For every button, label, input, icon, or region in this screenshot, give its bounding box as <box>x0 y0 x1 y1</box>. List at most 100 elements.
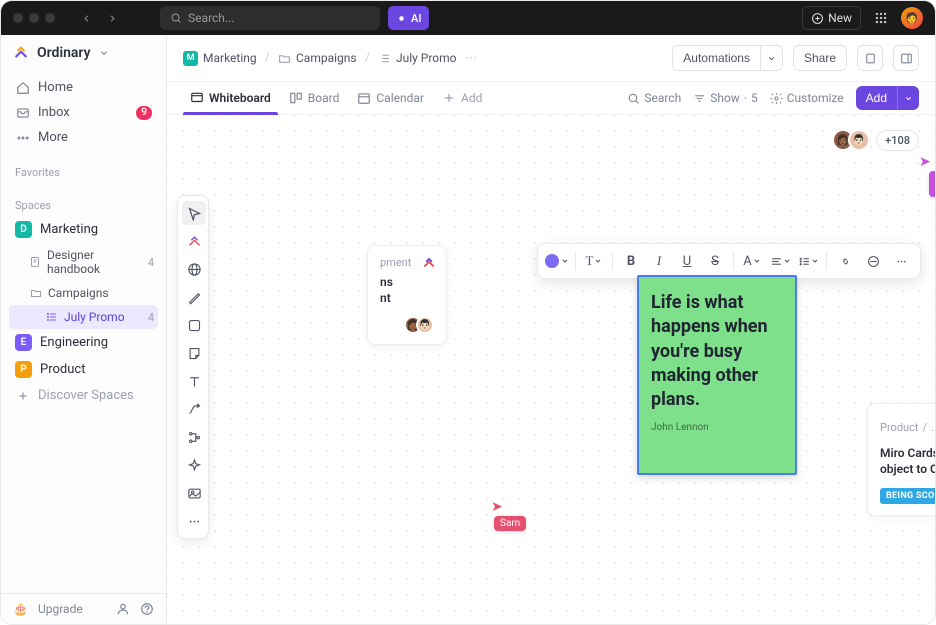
tool-org[interactable] <box>182 425 206 449</box>
tool-image[interactable] <box>182 481 206 505</box>
tool-text[interactable] <box>182 369 206 393</box>
workspace-logo-icon <box>13 45 29 61</box>
gear-icon <box>770 92 783 105</box>
strike-button[interactable]: S <box>702 248 728 274</box>
underline-button[interactable]: U <box>674 248 700 274</box>
space-product[interactable]: P Product <box>9 356 158 383</box>
list-button[interactable] <box>795 248 821 274</box>
inbox-icon <box>15 105 30 120</box>
space-letter: E <box>15 334 32 351</box>
maximize-window[interactable] <box>45 13 55 23</box>
whiteboard-canvas[interactable]: 👩🏾 👨🏻 +108 <box>167 115 935 624</box>
italic-button[interactable]: I <box>646 248 672 274</box>
sparkle-icon <box>396 13 407 24</box>
ai-button[interactable]: AI <box>388 6 429 30</box>
link-button[interactable] <box>832 248 858 274</box>
panel-icon <box>900 52 913 65</box>
sticky-text[interactable]: Life is what happens when you're busy ma… <box>651 291 783 412</box>
tool-pen[interactable] <box>182 285 206 309</box>
bold-button[interactable]: B <box>618 248 644 274</box>
view-board[interactable]: Board <box>282 82 347 114</box>
sticky-author: John Lennon <box>651 422 783 433</box>
dock-button[interactable] <box>893 45 919 71</box>
breadcrumb-more[interactable]: ⋯ <box>465 51 478 66</box>
text-color-button[interactable]: A <box>739 248 765 274</box>
breadcrumb-marketing[interactable]: M Marketing <box>183 51 257 66</box>
plus-icon <box>442 91 456 105</box>
space-engineering[interactable]: E Engineering <box>9 329 158 356</box>
status-badge[interactable]: BEING SCOPED <box>880 488 936 504</box>
search-placeholder: Search... <box>188 11 234 25</box>
space-marketing[interactable]: D Marketing <box>9 216 158 243</box>
new-button[interactable]: New <box>802 6 861 30</box>
toolbar-customize[interactable]: Customize <box>770 91 844 105</box>
presence-bar: 👩🏾 👨🏻 +108 <box>832 129 919 151</box>
task-card[interactable]: pment nsnt 👩🏾 👨🏻 <box>367 245 447 345</box>
automations-button[interactable]: Automations <box>672 45 760 71</box>
assignee-avatar[interactable]: 👨🏻 <box>416 316 434 334</box>
nav-more[interactable]: More <box>9 125 158 150</box>
global-search-input[interactable]: Search... <box>160 6 380 30</box>
apps-grid-button[interactable] <box>869 6 893 30</box>
help-icon[interactable] <box>140 602 154 616</box>
document-icon <box>29 256 41 269</box>
list-icon <box>378 52 391 65</box>
chevron-down-icon <box>99 48 109 58</box>
upgrade-link[interactable]: Upgrade <box>38 602 83 616</box>
view-calendar[interactable]: Calendar <box>350 82 431 114</box>
workspace-name: Ordinary <box>37 45 91 61</box>
toolbar-show[interactable]: Show·5 <box>693 91 758 105</box>
task-card[interactable]: Product/.../Member Development Miro Card… <box>867 403 936 516</box>
layers-button[interactable] <box>860 248 886 274</box>
tool-more[interactable] <box>182 509 206 533</box>
font-button[interactable]: T <box>581 248 607 274</box>
home-icon <box>15 80 30 95</box>
tool-connector[interactable] <box>182 397 206 421</box>
search-icon <box>170 12 182 24</box>
tree-campaigns[interactable]: Campaigns <box>9 281 158 305</box>
tree-designer-handbook[interactable]: Designer handbook 4 <box>9 243 158 281</box>
cursor-user-label: Sam <box>494 516 526 531</box>
discover-spaces[interactable]: Discover Spaces <box>9 383 158 408</box>
tool-home[interactable] <box>182 229 206 253</box>
cursor-icon: ➤ <box>491 500 503 514</box>
color-swatch <box>545 254 559 268</box>
nav-home[interactable]: Home <box>9 75 158 100</box>
add-button[interactable]: Add <box>856 86 897 110</box>
notifications-button[interactable] <box>857 45 883 71</box>
close-window[interactable] <box>13 13 23 23</box>
more-format-button[interactable] <box>888 248 914 274</box>
cursor-user-label: John Doe <box>929 171 936 197</box>
tool-web[interactable] <box>182 257 206 281</box>
align-button[interactable] <box>767 248 793 274</box>
format-toolbar: T B I U S A <box>537 243 921 279</box>
user-avatar[interactable]: 🧑 <box>901 7 923 29</box>
plus-circle-icon <box>811 12 824 25</box>
automations-dropdown[interactable] <box>760 45 783 71</box>
share-button[interactable]: Share <box>793 45 847 71</box>
calendar-icon <box>357 91 371 105</box>
presence-count[interactable]: +108 <box>876 130 919 151</box>
nav-forward[interactable] <box>101 8 123 28</box>
tool-sticky[interactable] <box>182 341 206 365</box>
fill-color-button[interactable] <box>544 248 570 274</box>
breadcrumb-campaigns[interactable]: Campaigns <box>278 51 357 65</box>
tool-ai[interactable] <box>182 453 206 477</box>
tool-select[interactable] <box>182 201 206 225</box>
sticky-note[interactable]: Life is what happens when you're busy ma… <box>637 275 797 475</box>
user-icon[interactable] <box>116 602 130 616</box>
toolbar-search[interactable]: Search <box>627 91 681 105</box>
breadcrumb-july-promo[interactable]: July Promo <box>378 51 457 65</box>
section-spaces: Spaces <box>9 191 158 216</box>
nav-back[interactable] <box>75 8 97 28</box>
workspace-switcher[interactable]: Ordinary <box>1 35 166 71</box>
presence-avatar[interactable]: 👨🏻 <box>848 129 870 151</box>
nav-inbox[interactable]: Inbox 9 <box>9 100 158 125</box>
view-whiteboard[interactable]: Whiteboard <box>183 82 278 114</box>
add-dropdown[interactable] <box>897 86 919 110</box>
tree-july-promo[interactable]: July Promo 4 <box>9 305 158 329</box>
view-add[interactable]: Add <box>435 82 489 114</box>
space-letter: D <box>15 221 32 238</box>
minimize-window[interactable] <box>29 13 39 23</box>
tool-shape[interactable] <box>182 313 206 337</box>
